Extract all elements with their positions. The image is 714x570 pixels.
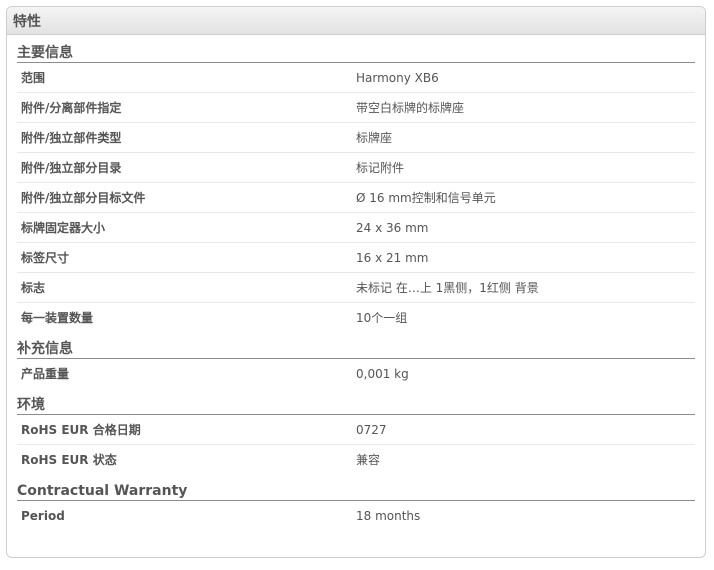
spec-row-quantity-per-set: 每一装置数量 10个一组	[17, 303, 695, 332]
spec-row-accessory-destination: 附件/独立部分目标文件 Ø 16 mm控制和信号单元	[17, 183, 695, 213]
section-title: 主要信息	[17, 44, 695, 63]
section-title: 补充信息	[17, 340, 695, 359]
spec-value: Ø 16 mm控制和信号单元	[356, 191, 496, 205]
section-contractual-warranty: Contractual Warranty Period 18 months	[17, 482, 695, 530]
section-environment: 环境 RoHS EUR 合格日期 0727 RoHS EUR 状态 兼容	[17, 396, 695, 474]
spec-value: 0727	[356, 422, 387, 437]
spec-label: 标牌固定器大小	[21, 221, 106, 235]
spec-value: 16 x 21 mm	[356, 250, 429, 265]
characteristics-panel: 特性 主要信息 范围 Harmony XB6 附件/分离部件指定 带空白标牌的标…	[6, 6, 706, 558]
spec-label: 附件/分离部件指定	[21, 101, 122, 115]
spec-value: 24 x 36 mm	[356, 220, 429, 235]
spec-value: 18 months	[356, 508, 421, 523]
spec-label: 附件/独立部分目录	[21, 161, 122, 175]
spec-label: 范围	[21, 71, 46, 85]
spec-row-range: 范围 Harmony XB6	[17, 63, 695, 93]
spec-label: 附件/独立部分目标文件	[21, 191, 146, 205]
spec-label: Period	[21, 508, 65, 523]
spec-label: 标志	[21, 281, 46, 295]
spec-value: 带空白标牌的标牌座	[356, 101, 465, 115]
spec-table: 产品重量 0,001 kg	[17, 359, 695, 388]
spec-value: 标牌座	[356, 131, 393, 145]
spec-row-rohs-status: RoHS EUR 状态 兼容	[17, 445, 695, 474]
spec-row-accessory-designation: 附件/分离部件指定 带空白标牌的标牌座	[17, 93, 695, 123]
panel-title: 特性	[13, 13, 41, 30]
spec-label: 标签尺寸	[21, 251, 70, 265]
spec-value: Harmony XB6	[356, 70, 439, 85]
section-supplementary-info: 补充信息 产品重量 0,001 kg	[17, 340, 695, 388]
spec-value: 0,001 kg	[356, 366, 409, 381]
spec-row-marking: 标志 未标记 在…上 1黑侧，1红侧 背景	[17, 273, 695, 303]
spec-row-warranty-period: Period 18 months	[17, 501, 695, 530]
spec-row-holder-size: 标牌固定器大小 24 x 36 mm	[17, 213, 695, 243]
spec-row-accessory-category: 附件/独立部分目录 标记附件	[17, 153, 695, 183]
spec-label: RoHS EUR 合格日期	[21, 423, 141, 437]
spec-label: 附件/独立部件类型	[21, 131, 122, 145]
spec-value: 10个一组	[356, 311, 408, 325]
spec-row-label-size: 标签尺寸 16 x 21 mm	[17, 243, 695, 273]
spec-label: 产品重量	[21, 367, 70, 381]
panel-header: 特性	[7, 7, 705, 35]
spec-row-product-weight: 产品重量 0,001 kg	[17, 359, 695, 388]
spec-value: 未标记 在…上 1黑侧，1红侧 背景	[356, 281, 539, 295]
spec-value: 标记附件	[356, 161, 405, 175]
spec-label: RoHS EUR 状态	[21, 453, 117, 467]
section-main-info: 主要信息 范围 Harmony XB6 附件/分离部件指定 带空白标牌的标牌座 …	[17, 44, 695, 332]
section-title: Contractual Warranty	[17, 482, 695, 501]
spec-table: RoHS EUR 合格日期 0727 RoHS EUR 状态 兼容	[17, 415, 695, 474]
spec-row-rohs-date: RoHS EUR 合格日期 0727	[17, 415, 695, 445]
spec-table: Period 18 months	[17, 501, 695, 530]
spec-label: 每一装置数量	[21, 311, 94, 325]
spec-table: 范围 Harmony XB6 附件/分离部件指定 带空白标牌的标牌座 附件/独立…	[17, 63, 695, 332]
section-title: 环境	[17, 396, 695, 415]
spec-value: 兼容	[356, 453, 381, 467]
spec-row-accessory-type: 附件/独立部件类型 标牌座	[17, 123, 695, 153]
